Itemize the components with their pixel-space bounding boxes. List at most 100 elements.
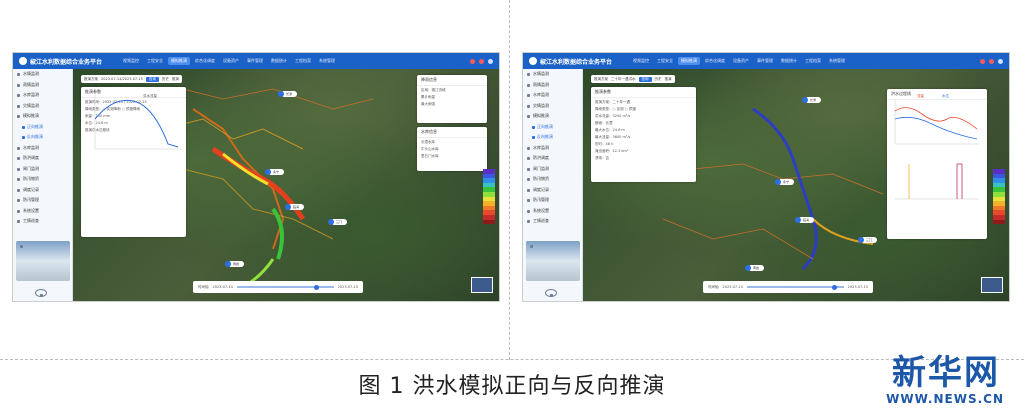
map-view[interactable]: 推演方案 2023-07-14/2023-07-15 查询 历史 推演 推演参数… [73,69,499,301]
nav-item[interactable]: 设备资产 [730,57,752,65]
sidebar-item[interactable]: 反向推演 [13,132,72,143]
station-marker[interactable]: 黄岩 [745,265,764,271]
minimap[interactable] [981,277,1003,293]
sidebar-item[interactable]: 闸门监测 [13,164,72,175]
nav-item[interactable]: 事件管理 [754,57,776,65]
sidebar-item[interactable]: 水情监测 [13,69,72,80]
sidebar-item[interactable]: 防洪调度 [523,153,582,164]
nav-item[interactable]: 工程安全 [144,57,166,65]
header-icons [980,58,1003,64]
timeline-handle[interactable] [314,284,320,290]
user-icon[interactable] [998,58,1003,64]
sidebar-item[interactable]: 防汛物资 [523,174,582,185]
sidebar-item[interactable]: 防汛物资 [13,174,72,185]
message-icon[interactable] [989,58,994,64]
nav-item[interactable]: 事件管理 [244,57,266,65]
nav-item[interactable]: 工程档案 [802,57,824,65]
nav-item[interactable]: 模拟推演 [678,57,701,65]
sidebar-item[interactable]: 灾情监测 [523,101,582,112]
station-marker[interactable]: 黄岩 [225,261,244,267]
sidebar-item[interactable]: 反向推演 [523,132,582,143]
sidebar-item[interactable]: 雨情监测 [523,80,582,91]
simulate-option[interactable]: 推演 [665,77,672,82]
sidebar-item[interactable]: 防洪调度 [13,153,72,164]
station-marker[interactable]: 长潭 [278,91,297,97]
sidebar-item[interactable]: 调度记录 [523,185,582,196]
station-marker[interactable]: 临海 [795,217,814,223]
timeline-bar[interactable]: 时间轴 2023-07-14 2023-07-15 [193,281,363,293]
sidebar-item[interactable]: 正向推演 [523,122,582,133]
timeline-track[interactable] [746,284,844,290]
minimap[interactable] [471,277,493,293]
nav-item[interactable]: 设备资产 [220,57,242,65]
sidebar-item[interactable]: 调度记录 [13,185,72,196]
nav-item[interactable]: 综合化调度 [702,57,728,65]
param-row: 淹没面积：12.3 km² [595,149,629,153]
station-marker[interactable]: 永宁 [775,179,794,185]
station-marker[interactable]: 三门 [328,219,347,225]
sidebar-item[interactable]: 雨情监测 [13,80,72,91]
station-marker[interactable]: 临海 [285,204,304,210]
nav-item[interactable]: 工程档案 [292,57,314,65]
app-logo-icon [529,57,537,65]
nav-item[interactable]: 数据统计 [268,57,290,65]
nav-item[interactable]: 系统管理 [316,57,338,65]
message-icon[interactable] [479,58,484,64]
scheme-toolbar[interactable]: 推演方案 2023-07-14/2023-07-15 查询 历史 推演 [81,75,182,83]
reservoir-panel-title: 水库信息 [417,127,487,138]
sidebar-item[interactable]: 系统设置 [13,206,72,217]
nav-item[interactable]: 工程安全 [654,57,676,65]
flood-hydrograph-chart: 洪水流量 [94,93,181,150]
nav-item[interactable]: 系统管理 [826,57,848,65]
timeline-handle[interactable] [832,284,838,290]
user-icon[interactable] [488,58,493,64]
nav-item[interactable]: 视频监控 [630,57,652,65]
sidebar-item[interactable]: 水库监测 [523,143,582,154]
station-marker[interactable]: 永宁 [265,169,284,175]
nav-item[interactable]: 数据统计 [778,57,800,65]
scheme-select[interactable]: 二十年一遇洪水 [611,77,636,82]
sidebar-item[interactable]: 水情监测 [523,69,582,80]
station-marker[interactable]: 长潭 [802,97,821,103]
rain-panel-title: 降雨信息 [417,75,487,86]
map-view[interactable]: 推演方案 二十年一遇洪水 查询 历史 推演 推演参数 推演方案：二十年一遇 降雨类… [583,69,1009,301]
timeline-bar[interactable]: 时间轴 2023-07-14 2023-07-15 [703,281,873,293]
sidebar-item[interactable]: 模拟推演 [523,111,582,122]
sidebar-item[interactable]: 灾情监测 [13,101,72,112]
xinhua-url: WWW.NEWS.CN [886,392,1004,406]
app-header: 椒江水利数据综合业务平台 视频监控 工程安全 模拟推演 综合化调度 设备资产 事件管理 数据… [13,53,499,69]
settings-icon[interactable] [545,289,557,297]
sidebar-item[interactable]: 水库监测 [13,90,72,101]
query-button[interactable]: 查询 [638,76,652,82]
station-marker[interactable]: 三门 [858,237,877,243]
sidebar-item[interactable]: 水库监测 [523,90,582,101]
sidebar-item[interactable]: 工情巡查 [13,216,72,227]
app-title: 椒江水利数据综合业务平台 [30,58,103,66]
alert-icon[interactable] [470,58,475,64]
top-nav: 视频监控 工程安全 模拟推演 综合化调度 设备资产 事件管理 数据统计 工程档案 系统管理 [120,57,338,65]
history-option[interactable]: 历史 [655,77,662,82]
timeline-track[interactable] [236,284,334,290]
hydrograph-panel: 洪水过程线 流量 水位 [887,89,987,239]
history-option[interactable]: 历史 [162,77,169,82]
nav-item[interactable]: 视频监控 [120,57,142,65]
nav-item[interactable]: 综合化调度 [192,57,218,65]
sidebar-item[interactable]: 闸门监测 [523,164,582,175]
params-panel: 推演参数 推演时间：2023-07-14 / 2023-07-15 降雨类型：○ … [81,87,186,237]
nav-item[interactable]: 模拟推演 [168,57,191,65]
scheme-toolbar[interactable]: 推演方案 二十年一遇洪水 查询 历史 推演 [591,75,675,83]
param-row: 降雨类型：○ 实测 ○ 预报 [595,107,636,111]
sidebar-item[interactable]: 水库监测 [13,143,72,154]
app-logo-icon [19,57,27,65]
sidebar-item[interactable]: 模拟推演 [13,111,72,122]
sidebar-item[interactable]: 系统设置 [523,206,582,217]
query-button[interactable]: 查询 [145,76,159,82]
alert-icon[interactable] [980,58,985,64]
sidebar-item[interactable]: 正向推演 [13,122,72,133]
sidebar-item[interactable]: 工情巡查 [523,216,582,227]
simulate-option[interactable]: 推演 [172,77,179,82]
scheme-select[interactable]: 2023-07-14/2023-07-15 [101,77,143,81]
settings-icon[interactable] [35,289,47,297]
sidebar-item[interactable]: 防汛管理 [523,195,582,206]
sidebar-item[interactable]: 防汛管理 [13,195,72,206]
